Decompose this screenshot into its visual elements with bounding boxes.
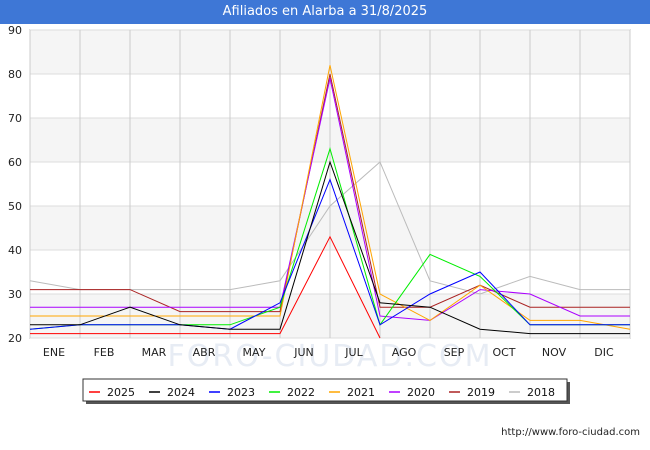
x-tick-label: ENE	[43, 346, 65, 359]
x-tick-label: ABR	[193, 346, 216, 359]
legend-label-2020: 2020	[407, 386, 435, 399]
x-tick-label: NOV	[542, 346, 567, 359]
footer-url: http://www.foro-ciudad.com	[501, 427, 640, 438]
legend-label-2025: 2025	[107, 386, 135, 399]
x-tick-label: JUN	[293, 346, 314, 359]
y-tick-label: 80	[8, 68, 22, 81]
legend-label-2024: 2024	[167, 386, 195, 399]
x-tick-label: MAY	[243, 346, 266, 359]
chart-canvas: FORO-CIUDAD.COM 2030405060708090ENE FEB MA…	[8, 24, 631, 404]
x-tick-label: JUL	[344, 346, 363, 359]
legend-label-2023: 2023	[227, 386, 255, 399]
x-tick-label: SEP	[444, 346, 465, 359]
y-tick-label: 50	[8, 200, 22, 213]
legend-label-2018: 2018	[527, 386, 555, 399]
y-tick-label: 60	[8, 156, 22, 169]
x-tick-label: AGO	[392, 346, 417, 359]
y-tick-label: 20	[8, 332, 22, 345]
y-tick-label: 90	[8, 24, 22, 37]
y-tick-label: 70	[8, 112, 22, 125]
legend-label-2022: 2022	[287, 386, 315, 399]
x-tick-label: OCT	[492, 346, 515, 359]
legend-label-2019: 2019	[467, 386, 495, 399]
x-tick-label: MAR	[142, 346, 167, 359]
x-tick-label: FEB	[94, 346, 115, 359]
legend: 2025 2024 2023 2022 2021 2020 2019 2018	[82, 378, 570, 404]
y-tick-label: 40	[8, 244, 22, 257]
x-tick-label: DIC	[594, 346, 614, 359]
legend-label-2021: 2021	[347, 386, 375, 399]
y-tick-label: 30	[8, 288, 22, 301]
